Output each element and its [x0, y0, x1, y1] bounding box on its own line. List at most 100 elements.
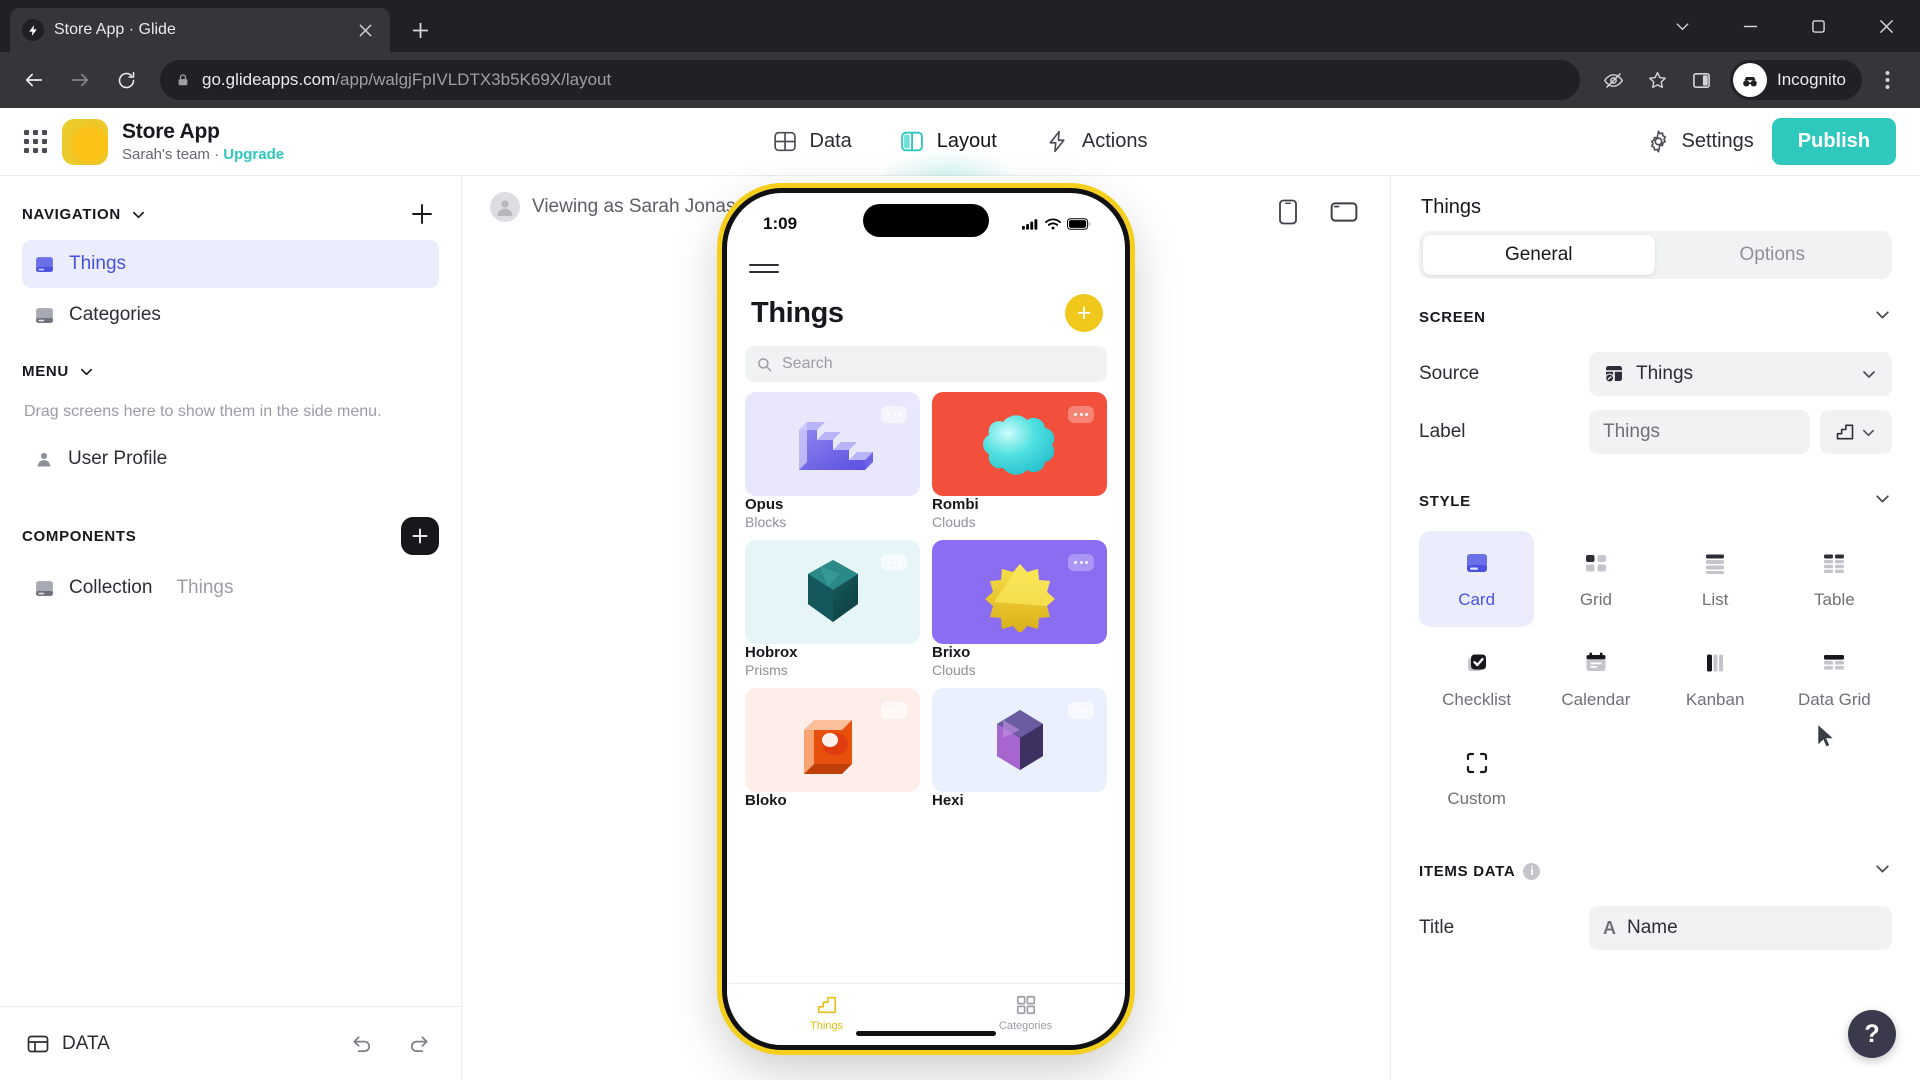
- close-window-icon[interactable]: [1852, 0, 1920, 52]
- sidebar-item-categories[interactable]: Categories: [22, 291, 439, 339]
- apps-grid-icon[interactable]: [8, 130, 62, 153]
- card-item[interactable]: Bloko: [745, 688, 920, 810]
- reload-icon[interactable]: [106, 60, 146, 100]
- style-option-card[interactable]: Card: [1419, 531, 1535, 627]
- style-label: Data Grid: [1798, 690, 1871, 709]
- search-input[interactable]: Search: [745, 346, 1107, 382]
- tab-actions[interactable]: Actions: [1039, 108, 1154, 176]
- style-option-calendar[interactable]: Calendar: [1538, 631, 1653, 727]
- more-options-icon[interactable]: [1068, 554, 1094, 571]
- add-screen-button[interactable]: [405, 197, 439, 231]
- card-title: Hobrox: [745, 644, 798, 661]
- sidebar-item-user-profile[interactable]: User Profile: [22, 435, 439, 483]
- label-input[interactable]: Things: [1589, 410, 1810, 454]
- more-options-icon[interactable]: [881, 406, 907, 423]
- redo-icon[interactable]: [401, 1027, 435, 1061]
- settings-button[interactable]: Settings: [1646, 129, 1754, 154]
- upgrade-link[interactable]: Upgrade: [223, 146, 284, 163]
- more-options-icon[interactable]: [1068, 406, 1094, 423]
- table-style-icon: [1819, 548, 1849, 578]
- chevron-down-icon[interactable]: [131, 207, 146, 222]
- phone-screen: 1:09 Things + Search Opus Blocks Rombi C…: [727, 193, 1125, 1045]
- phone-preview: 1:09 Things + Search Opus Blocks Rombi C…: [722, 188, 1130, 1050]
- screen-section-title: SCREEN: [1419, 308, 1486, 326]
- phone-device-icon[interactable]: [1268, 192, 1308, 232]
- home-indicator: [856, 1031, 996, 1036]
- style-option-table[interactable]: Table: [1777, 531, 1892, 627]
- info-icon[interactable]: i: [1523, 862, 1541, 880]
- side-panel-icon[interactable]: [1682, 61, 1720, 99]
- glide-body: NAVIGATION Things Categories MENU Drag s…: [0, 176, 1920, 1080]
- tab-options[interactable]: Options: [1657, 235, 1889, 275]
- tab-data-label: Data: [809, 130, 852, 152]
- source-select[interactable]: Things: [1589, 352, 1892, 396]
- chevron-down-icon[interactable]: [1873, 859, 1892, 883]
- bookmark-star-icon[interactable]: [1638, 61, 1676, 99]
- maximize-icon[interactable]: [1784, 0, 1852, 52]
- sidebar-item-label: User Profile: [68, 448, 168, 469]
- card-title: Bloko: [745, 792, 787, 809]
- address-bar[interactable]: go.glideapps.com/app/walgjFpIVLDTX3b5K69…: [160, 60, 1580, 100]
- label-row: Label Things: [1419, 403, 1892, 461]
- items-data-title: ITEMS DATA: [1419, 862, 1516, 880]
- chevron-down-icon: [1860, 365, 1878, 383]
- card-item[interactable]: Rombi Clouds: [932, 392, 1107, 530]
- text-type-icon: A: [1603, 917, 1616, 938]
- tab-general[interactable]: General: [1423, 235, 1655, 275]
- incognito-label: Incognito: [1777, 70, 1846, 89]
- title-field-label: Title: [1419, 917, 1455, 938]
- style-option-data-grid[interactable]: Data Grid: [1777, 631, 1892, 727]
- chevron-down-icon[interactable]: [1648, 0, 1716, 52]
- style-option-kanban[interactable]: Kanban: [1658, 631, 1773, 727]
- help-button[interactable]: ?: [1848, 1010, 1896, 1058]
- collection-icon: [34, 578, 55, 599]
- card-item[interactable]: Hobrox Prisms: [745, 540, 920, 678]
- source-label: Source: [1419, 363, 1480, 384]
- tablet-device-icon[interactable]: [1324, 192, 1364, 232]
- lock-icon: [176, 73, 190, 87]
- data-editor-button[interactable]: DATA: [26, 1032, 110, 1056]
- label-icon-select[interactable]: [1820, 410, 1892, 454]
- style-option-custom[interactable]: Custom: [1419, 731, 1534, 827]
- style-option-checklist[interactable]: Checklist: [1419, 631, 1534, 727]
- title-column-select[interactable]: A Name: [1589, 906, 1892, 950]
- hamburger-menu-icon[interactable]: [749, 253, 779, 284]
- more-options-icon[interactable]: [881, 702, 907, 719]
- card-item[interactable]: Opus Blocks: [745, 392, 920, 530]
- address-bar-url: go.glideapps.com/app/walgjFpIVLDTX3b5K69…: [202, 70, 611, 90]
- chevron-down-icon[interactable]: [1873, 305, 1892, 329]
- close-icon[interactable]: [352, 17, 378, 43]
- browser-tab[interactable]: Store App · Glide: [10, 8, 390, 52]
- component-item-collection[interactable]: Collection Things: [22, 564, 439, 612]
- three-dot-menu-icon[interactable]: [1868, 61, 1906, 99]
- style-option-grid[interactable]: Grid: [1538, 531, 1653, 627]
- add-item-fab[interactable]: +: [1065, 294, 1103, 332]
- chevron-down-icon[interactable]: [1873, 489, 1892, 513]
- card-item[interactable]: Brixo Clouds: [932, 540, 1107, 678]
- add-component-button[interactable]: [401, 517, 439, 555]
- tab-layout[interactable]: Layout: [879, 108, 1017, 176]
- card-subtitle: Clouds: [932, 662, 976, 678]
- publish-button[interactable]: Publish: [1771, 118, 1896, 165]
- eye-off-icon[interactable]: [1594, 61, 1632, 99]
- chevron-down-icon[interactable]: [79, 364, 94, 379]
- calendar-style-icon: [1581, 648, 1611, 678]
- style-option-list[interactable]: List: [1658, 531, 1773, 627]
- title-row: Title A Name: [1419, 899, 1892, 957]
- undo-icon[interactable]: [345, 1027, 379, 1061]
- card-item[interactable]: Hexi: [932, 688, 1107, 810]
- sidebar-item-things[interactable]: Things: [22, 240, 439, 288]
- more-options-icon[interactable]: [881, 554, 907, 571]
- plus-icon[interactable]: [400, 10, 440, 50]
- viewing-as-selector[interactable]: Viewing as Sarah Jonas: [490, 192, 764, 222]
- components-title: COMPONENTS: [22, 527, 137, 545]
- tab-data[interactable]: Data: [767, 108, 858, 176]
- incognito-profile-button[interactable]: Incognito: [1730, 60, 1862, 100]
- user-avatar-icon: [34, 449, 54, 469]
- minimize-icon[interactable]: [1716, 0, 1784, 52]
- more-options-icon[interactable]: [1068, 702, 1094, 719]
- style-label: Custom: [1447, 789, 1506, 808]
- sidebar-item-label: Categories: [69, 304, 161, 325]
- arrow-left-icon[interactable]: [14, 60, 54, 100]
- app-logo[interactable]: [62, 118, 108, 165]
